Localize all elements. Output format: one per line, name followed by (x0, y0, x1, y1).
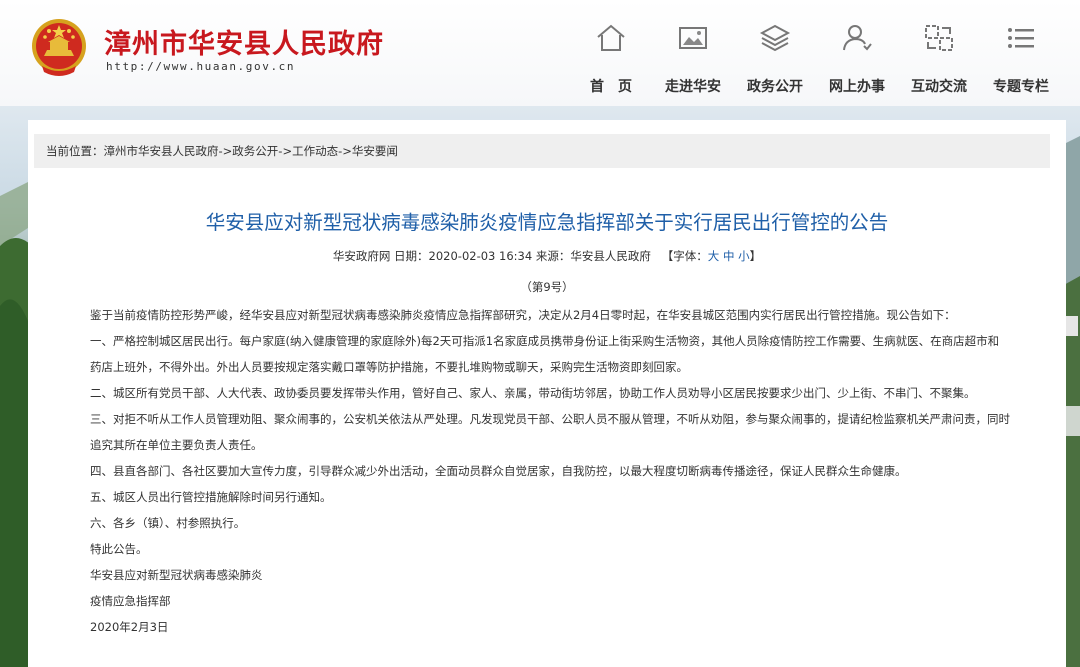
signature-line: 疫情应急指挥部 (90, 594, 171, 608)
picture-icon (679, 27, 707, 49)
nav-interaction[interactable]: 互动交流 (898, 22, 980, 96)
breadcrumb-separator: -> (338, 144, 352, 158)
nav-label: 走进华安 (665, 79, 721, 95)
paragraph: 特此公告。 (90, 542, 148, 556)
nav-online-service[interactable]: 网上办事 (816, 22, 898, 96)
nav-label: 网上办事 (829, 79, 885, 95)
font-size-close: 】 (749, 249, 762, 263)
paragraph: 二、城区所有党员干部、人大代表、政协委员要发挥带头作用，管好自己、家人、亲属，带… (90, 386, 976, 400)
nav-label: 专题专栏 (993, 79, 1049, 95)
breadcrumb-separator: -> (218, 144, 233, 158)
paragraph: 三、对拒不听从工作人员管理劝阻、聚众闹事的，公安机关依法从严处理。凡发现党员干部… (90, 412, 1010, 452)
site-url[interactable]: http://www.huaan.gov.cn (106, 60, 295, 73)
article-meta: 华安政府网 日期：2020-02-03 16:34 来源：华安县人民政府 【字体… (28, 248, 1066, 264)
paragraph: 鉴于当前疫情防控形势严峻，经华安县应对新型冠状病毒感染肺炎疫情应急指挥部研究，决… (90, 308, 956, 322)
font-medium-button[interactable]: 中 (723, 249, 735, 263)
breadcrumb: 当前位置：漳州市华安县人民政府->政务公开->工作动态->华安要闻 (34, 134, 1050, 168)
meta-source: 华安政府网 (332, 249, 391, 263)
breadcrumb-item[interactable]: 华安要闻 (352, 144, 398, 158)
font-small-button[interactable]: 小 (738, 249, 750, 263)
nav-gov-affairs[interactable]: 政务公开 (734, 22, 816, 96)
meta-date: 日期：2020-02-03 16:34 (394, 249, 533, 263)
list-icon (1008, 28, 1034, 48)
paragraph: 四、县直各部门、各社区要加大宣传力度，引导群众减少外出活动，全面动员群众自觉居家… (90, 464, 907, 478)
signature-line: 华安县应对新型冠状病毒感染肺炎 (90, 568, 263, 582)
main-content: 当前位置：漳州市华安县人民政府->政务公开->工作动态->华安要闻 华安县应对新… (28, 120, 1066, 667)
nav-special-topics[interactable]: 专题专栏 (980, 22, 1062, 96)
home-icon (597, 24, 625, 51)
article-title: 华安县应对新型冠状病毒感染肺炎疫情应急指挥部关于实行居民出行管控的公告 (205, 211, 889, 234)
breadcrumb-item[interactable]: 政务公开 (232, 144, 278, 158)
article-body: 鉴于当前疫情防控形势严峻，经华安县应对新型冠状病毒感染肺炎疫情应急指挥部研究，决… (90, 302, 1010, 640)
nav-about[interactable]: 走进华安 (652, 22, 734, 96)
font-size-label: 【字体： (661, 249, 708, 263)
main-nav: 首 页 走进华安 政务公开 网上办事 互动交流 专题专栏 (570, 22, 1062, 96)
nav-label: 政务公开 (747, 79, 803, 95)
nav-home[interactable]: 首 页 (570, 22, 652, 96)
site-name[interactable]: 漳州市华安县人民政府 (104, 22, 384, 61)
nav-label: 互动交流 (911, 79, 967, 95)
national-emblem-icon[interactable] (28, 16, 90, 80)
font-large-button[interactable]: 大 (708, 249, 720, 263)
breadcrumb-prefix: 当前位置： (46, 144, 104, 158)
meta-origin: 来源：华安县人民政府 (535, 249, 651, 263)
breadcrumb-item[interactable]: 漳州市华安县人民政府 (104, 144, 219, 158)
layers-icon (759, 24, 791, 52)
breadcrumb-separator: -> (278, 144, 293, 158)
nav-label: 首 页 (590, 79, 632, 95)
user-icon (843, 25, 872, 51)
paragraph: 五、城区人员出行管控措施解除时间另行通知。 (90, 490, 332, 504)
signature-date: 2020年2月3日 (90, 620, 169, 634)
paragraph: 一、严格控制城区居民出行。每户家庭(纳入健康管理的家庭除外)每2天可指派1名家庭… (90, 334, 1000, 374)
exchange-icon (925, 25, 953, 51)
paragraph: 六、各乡（镇）、村参照执行。 (90, 516, 246, 530)
document-number: （第9号） (520, 280, 574, 294)
breadcrumb-item[interactable]: 工作动态 (292, 144, 338, 158)
site-header: 漳州市华安县人民政府 http://www.huaan.gov.cn 首 页 走… (0, 0, 1080, 106)
